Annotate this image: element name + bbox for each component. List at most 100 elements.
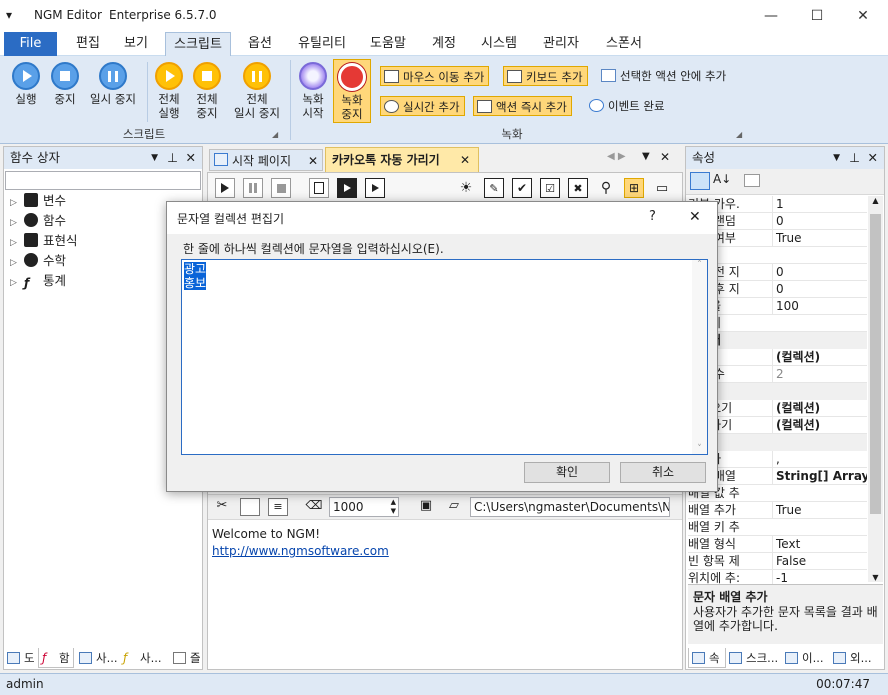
log-path-field[interactable]: C:\Users\ngmaster\Documents\NGM	[470, 497, 670, 517]
property-value[interactable]: 100	[772, 298, 867, 314]
tab-right-4[interactable]: 외...	[830, 648, 884, 668]
scroll-down-icon[interactable]: ˅	[692, 444, 707, 454]
property-value[interactable]: Text	[772, 536, 867, 552]
property-row[interactable]: 빈 항목 제 False	[688, 553, 867, 570]
tree-view-icon[interactable]: ⊞	[624, 178, 644, 198]
menu-utility[interactable]: 유틸리티	[290, 32, 354, 56]
scroll-up-icon[interactable]: ▲	[868, 196, 883, 205]
add-keyboard-button[interactable]: 키보드 추가	[503, 66, 588, 86]
pin-icon[interactable]: ⊥	[849, 147, 860, 169]
pin-icon[interactable]: ⊥	[167, 147, 178, 169]
eraser-icon[interactable]: ⌫	[303, 498, 325, 516]
panel-dropdown-icon[interactable]: ▼	[151, 147, 158, 169]
categorized-icon[interactable]	[690, 172, 710, 190]
close-button[interactable]: ✕	[840, 0, 886, 32]
property-value[interactable]: String[] Array	[772, 468, 867, 484]
expand-arrow-icon[interactable]: ▷	[10, 253, 24, 273]
scroll-down-icon[interactable]: ▼	[868, 573, 883, 582]
check-icon[interactable]: ✔	[512, 178, 532, 198]
monitor-icon[interactable]: ▭	[652, 178, 672, 198]
textarea-scrollbar[interactable]: ˄ ˅	[692, 260, 707, 454]
tree-item-statistics[interactable]: ▷ ƒ 통계	[10, 271, 66, 291]
minimize-button[interactable]: —	[748, 0, 794, 32]
property-value[interactable]: True	[772, 230, 867, 246]
tab-right-2[interactable]: 스크...	[726, 648, 780, 668]
tab-right-3[interactable]: 이...	[782, 648, 826, 668]
run-from-button[interactable]	[337, 178, 357, 198]
property-pages-icon[interactable]	[744, 174, 760, 187]
property-value[interactable]: 2	[772, 366, 867, 382]
add-realtime-button[interactable]: 실시간 추가	[380, 96, 465, 116]
tab-dropdown-icon[interactable]: ▼	[642, 151, 650, 162]
tree-item-function[interactable]: ▷ 함수	[10, 211, 66, 231]
run-button[interactable]: 실행	[8, 62, 44, 106]
stop-button[interactable]: 중지	[48, 62, 82, 106]
lightbulb-icon[interactable]: ☀	[456, 178, 476, 198]
property-scrollbar[interactable]: ▲ ▼	[868, 196, 883, 582]
menu-system[interactable]: 시스템	[474, 32, 524, 56]
page-settings-icon[interactable]	[240, 498, 260, 516]
run-all-button[interactable]: 전체 실행	[152, 62, 186, 120]
menu-account[interactable]: 계정	[422, 32, 466, 56]
clear-output-icon[interactable]: ✂	[212, 498, 232, 516]
tab-scroll-arrows-icon[interactable]: ◀ ▶	[607, 151, 626, 162]
menu-help[interactable]: 도움말	[364, 32, 412, 56]
property-row[interactable]: 배열 키 추	[688, 519, 867, 536]
property-value[interactable]: 0	[772, 281, 867, 297]
add-mouse-move-button[interactable]: 마우스 이동 추가	[380, 66, 490, 86]
check-outline-icon[interactable]: ☑	[540, 178, 560, 198]
delete-icon[interactable]: ✖	[568, 178, 588, 198]
font-size-stepper[interactable]: 1000 ▲ ▼	[329, 497, 399, 517]
property-value[interactable]: 1	[772, 196, 867, 212]
menu-view[interactable]: 보기	[114, 32, 158, 56]
property-row[interactable]: 배열 추가 True	[688, 502, 867, 519]
tab-start-page[interactable]: 시작 페이지 ✕	[209, 149, 323, 171]
property-value[interactable]: ,	[772, 451, 867, 467]
pause-button[interactable]: 일시 중지	[85, 62, 141, 106]
tree-item-expression[interactable]: ▷ 표현식	[10, 231, 78, 251]
tab-close-icon[interactable]: ✕	[308, 150, 318, 172]
step-action-button[interactable]	[309, 178, 329, 198]
search-icon[interactable]: ⚲	[596, 178, 616, 198]
menu-edit[interactable]: 편집	[66, 32, 110, 56]
document-close-icon[interactable]: ✕	[660, 150, 670, 164]
property-value[interactable]: 0	[772, 213, 867, 229]
tab-left-4[interactable]: ƒ 사...	[120, 648, 168, 668]
event-done-button[interactable]: 이벤트 완료	[586, 96, 669, 116]
cancel-button[interactable]: 취소	[620, 462, 706, 483]
dialog-close-button[interactable]: ✕	[689, 209, 701, 225]
ok-button[interactable]: 확인	[524, 462, 610, 483]
scroll-up-icon[interactable]: ˄	[692, 260, 707, 270]
dialog-help-button[interactable]: ?	[649, 209, 656, 224]
list-icon[interactable]: ≡	[268, 498, 288, 516]
scroll-thumb[interactable]	[870, 214, 881, 514]
add-action-now-button[interactable]: 액션 즉시 추가	[473, 96, 572, 116]
save-icon[interactable]: ▣	[416, 498, 436, 516]
pause-action-button[interactable]	[243, 178, 263, 198]
tree-item-variable[interactable]: ▷ 변수	[10, 191, 66, 211]
maximize-button[interactable]: ☐	[794, 0, 840, 32]
edit-icon[interactable]: ✎	[484, 178, 504, 198]
menu-admin[interactable]: 관리자	[535, 32, 587, 56]
tab-left-5[interactable]: 즐	[170, 648, 202, 668]
website-link[interactable]: http://www.ngmsoftware.com	[212, 544, 389, 558]
menu-options[interactable]: 옵션	[238, 32, 282, 56]
tab-left-3[interactable]: 사...	[76, 648, 118, 668]
panel-dropdown-icon[interactable]: ▼	[833, 147, 840, 169]
property-value[interactable]: (컬렉션)	[772, 349, 867, 365]
property-value[interactable]: (컬렉션)	[772, 400, 867, 416]
folder-icon[interactable]: ▱	[444, 498, 464, 516]
tab-close-icon[interactable]: ✕	[460, 148, 470, 172]
system-menu-icon[interactable]: ▾	[6, 8, 12, 22]
dialog-launcher-icon[interactable]: ◢	[272, 130, 278, 139]
expand-arrow-icon[interactable]: ▷	[10, 273, 24, 293]
record-start-button[interactable]: 녹화 시작	[296, 62, 330, 120]
play-action-button[interactable]	[215, 178, 235, 198]
menu-sponsor[interactable]: 스폰서	[598, 32, 650, 56]
menu-file[interactable]: File	[4, 32, 57, 56]
expand-arrow-icon[interactable]: ▷	[10, 193, 24, 213]
property-value[interactable]: True	[772, 502, 867, 518]
stop-all-button[interactable]: 전체 중지	[190, 62, 224, 120]
panel-close-icon[interactable]: ✕	[868, 147, 878, 169]
dialog-launcher-icon-2[interactable]: ◢	[736, 130, 742, 139]
